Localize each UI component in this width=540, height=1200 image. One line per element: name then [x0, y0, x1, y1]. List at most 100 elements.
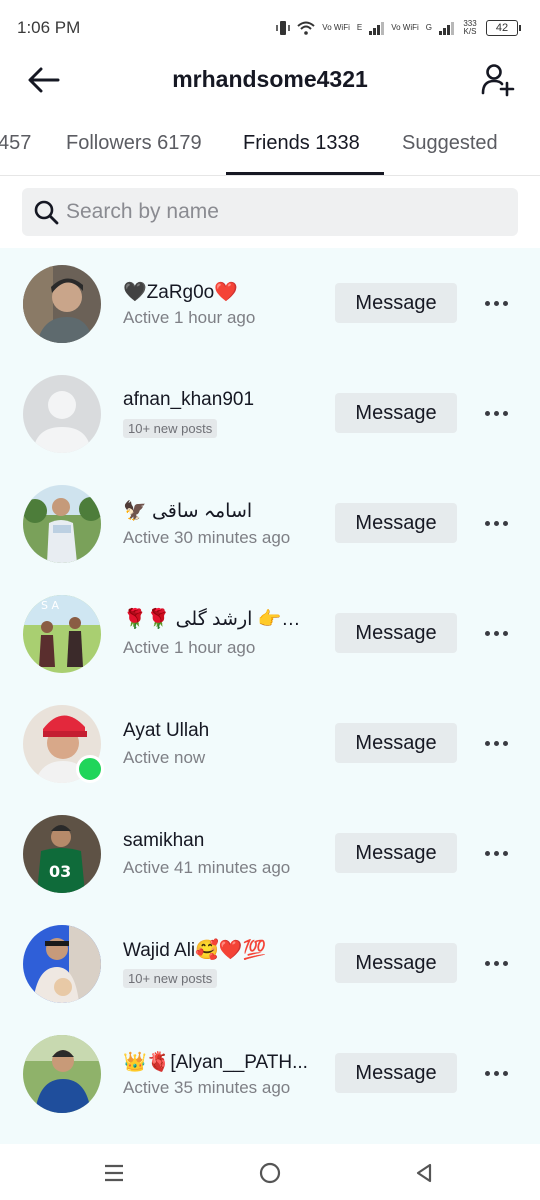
- search-bar[interactable]: [22, 188, 518, 236]
- net1-type: E: [356, 23, 363, 32]
- more-options-button[interactable]: [476, 398, 516, 428]
- header: mrhandsome4321: [0, 54, 540, 106]
- more-dot-icon: [502, 850, 508, 856]
- tab-bar: 457 Followers 6179 Friends 1338 Suggeste…: [0, 120, 540, 176]
- home-circle-icon: [259, 1162, 281, 1184]
- friend-name: samikhan: [123, 830, 205, 851]
- list-item[interactable]: 🦅 اسامہ ساقی Active 30 minutes ago Messa…: [0, 468, 540, 578]
- tab-followers[interactable]: Followers 6179: [66, 132, 202, 155]
- more-options-button[interactable]: [476, 618, 516, 648]
- recent-apps-button[interactable]: [99, 1158, 129, 1188]
- system-nav-bar: [0, 1144, 540, 1200]
- more-dot-icon: [502, 520, 508, 526]
- message-button[interactable]: Message: [335, 943, 457, 983]
- net2-type: G: [425, 23, 432, 32]
- more-dot-icon: [502, 740, 508, 746]
- avatar[interactable]: [23, 375, 101, 453]
- friend-status: Active now: [123, 748, 206, 767]
- net2-label: Vo WiFi: [391, 23, 419, 32]
- friend-name: afnan_khan901: [123, 389, 255, 410]
- more-dot-icon: [502, 300, 508, 306]
- new-posts-badge: 10+ new posts: [123, 969, 218, 988]
- message-button[interactable]: Message: [335, 723, 457, 763]
- add-friend-button[interactable]: [478, 60, 518, 100]
- list-item[interactable]: 👑🫀[Alyan__PATH... Active 35 minutes ago …: [0, 1018, 540, 1128]
- battery-icon: 42: [486, 20, 521, 36]
- more-dot-icon: [484, 630, 490, 636]
- more-dot-icon: [484, 740, 490, 746]
- message-button[interactable]: Message: [335, 1053, 457, 1093]
- search-icon: [32, 198, 60, 226]
- svg-text:S A: S A: [41, 599, 59, 612]
- more-options-button[interactable]: [476, 948, 516, 978]
- more-dot-icon: [502, 630, 508, 636]
- friend-name: Ayat Ullah: [123, 720, 210, 741]
- friend-status: Active 41 minutes ago: [123, 858, 291, 877]
- more-dot-icon: [484, 520, 490, 526]
- list-item[interactable]: Wajid Ali🥰❤️💯 10+ new posts Message: [0, 908, 540, 1018]
- wifi-icon: [297, 21, 315, 35]
- page-title: mrhandsome4321: [172, 66, 368, 92]
- avatar[interactable]: [23, 265, 101, 343]
- more-dot-icon: [493, 850, 499, 856]
- more-options-button[interactable]: [476, 1058, 516, 1088]
- avatar[interactable]: [23, 485, 101, 563]
- more-dot-icon: [484, 410, 490, 416]
- list-item[interactable]: afnan_khan901 10+ new posts Message: [0, 358, 540, 468]
- friend-name: 🖤ZaRg0o❤️: [123, 282, 238, 303]
- tab-following[interactable]: 457: [0, 132, 31, 155]
- more-dot-icon: [493, 410, 499, 416]
- friend-status: Active 35 minutes ago: [123, 1078, 291, 1097]
- friend-status: Active 1 hour ago: [123, 308, 256, 327]
- new-posts-badge: 10+ new posts: [123, 419, 218, 438]
- avatar[interactable]: [23, 1035, 101, 1113]
- more-options-button[interactable]: [476, 728, 516, 758]
- menu-icon: [105, 1164, 123, 1182]
- more-dot-icon: [502, 410, 508, 416]
- more-dot-icon: [484, 1070, 490, 1076]
- more-dot-icon: [484, 300, 490, 306]
- list-item[interactable]: 03 samikhan Active 41 minutes ago Messag…: [0, 798, 540, 908]
- message-button[interactable]: Message: [335, 833, 457, 873]
- list-item[interactable]: 🖤ZaRg0o❤️ Active 1 hour ago Message: [0, 248, 540, 358]
- more-dot-icon: [493, 630, 499, 636]
- avatar[interactable]: [23, 925, 101, 1003]
- signal1-icon: [369, 21, 385, 35]
- tab-active-indicator: [226, 172, 384, 175]
- friend-status: Active 30 minutes ago: [123, 528, 291, 547]
- more-dot-icon: [502, 1070, 508, 1076]
- net1-label: Vo WiFi: [322, 23, 350, 32]
- more-dot-icon: [493, 520, 499, 526]
- message-button[interactable]: Message: [335, 503, 457, 543]
- more-options-button[interactable]: [476, 838, 516, 868]
- status-time: 1:06 PM: [17, 18, 81, 37]
- friend-name: 🌹🌹 ارشد گلی 👉❤️👈: [123, 609, 313, 630]
- more-options-button[interactable]: [476, 508, 516, 538]
- signal2-icon: [439, 21, 454, 35]
- battery-level: 42: [495, 22, 509, 34]
- avatar[interactable]: S A: [23, 595, 101, 673]
- list-item[interactable]: Ayat Ullah Active now Message: [0, 688, 540, 798]
- online-indicator: [76, 755, 104, 783]
- more-dot-icon: [493, 300, 499, 306]
- more-options-button[interactable]: [476, 288, 516, 318]
- friends-list: 🖤ZaRg0o❤️ Active 1 hour ago Message afna…: [0, 248, 540, 1144]
- list-item[interactable]: S A 🌹🌹 ارشد گلی 👉❤️👈 Active 1 hour ago M…: [0, 578, 540, 688]
- message-button[interactable]: Message: [335, 393, 457, 433]
- tab-suggested[interactable]: Suggested: [402, 132, 498, 155]
- more-dot-icon: [493, 960, 499, 966]
- message-button[interactable]: Message: [335, 283, 457, 323]
- friend-name: 🦅 اسامہ ساقی: [123, 501, 253, 522]
- back-triangle-icon: [416, 1163, 432, 1183]
- avatar[interactable]: 03: [23, 815, 101, 893]
- more-dot-icon: [484, 850, 490, 856]
- search-input[interactable]: [66, 200, 486, 224]
- friend-name: 👑🫀[Alyan__PATH...: [123, 1052, 308, 1073]
- system-back-button[interactable]: [409, 1158, 439, 1188]
- tab-friends[interactable]: Friends 1338: [243, 132, 360, 155]
- more-dot-icon: [484, 960, 490, 966]
- more-dot-icon: [493, 1070, 499, 1076]
- message-button[interactable]: Message: [335, 613, 457, 653]
- home-button[interactable]: [255, 1158, 285, 1188]
- status-icons: Vo WiFi E Vo WiFi G 333 K/S 42: [276, 17, 521, 39]
